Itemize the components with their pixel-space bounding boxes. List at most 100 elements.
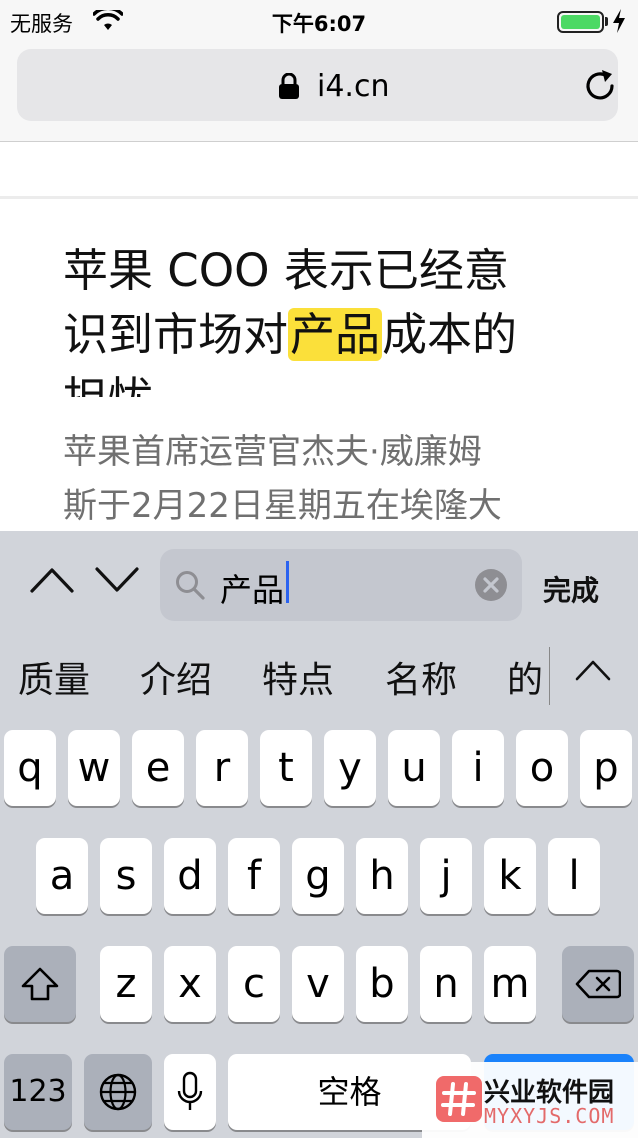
key-e[interactable]: e: [132, 730, 184, 806]
key-w[interactable]: w: [68, 730, 120, 806]
headline-line-2: 识到市场对产品成本的: [63, 303, 517, 367]
key-label: a: [49, 853, 75, 899]
key-label: d: [177, 853, 203, 899]
key-y[interactable]: y: [324, 730, 376, 806]
globe-icon: [99, 1073, 137, 1111]
browser-toolbar: i4.cn: [0, 44, 638, 142]
find-input[interactable]: 产品: [160, 549, 522, 621]
status-bar: 无服务 下午6:07: [0, 0, 638, 44]
globe-key[interactable]: [84, 1054, 152, 1130]
candidate-item[interactable]: 的: [507, 651, 543, 703]
key-p[interactable]: p: [580, 730, 632, 806]
key-d[interactable]: d: [164, 838, 216, 914]
watermark-logo: [436, 1076, 482, 1122]
key-label: y: [338, 745, 362, 791]
find-on-page-bar: 产品 完成: [0, 531, 638, 635]
candidate-item[interactable]: 名称: [385, 651, 457, 703]
search-icon: [176, 571, 205, 600]
key-label: c: [243, 961, 265, 1007]
chevron-down-icon[interactable]: [95, 567, 139, 593]
charging-icon: [613, 9, 625, 33]
key-label: o: [529, 745, 555, 791]
key-c[interactable]: c: [228, 946, 280, 1022]
key-j[interactable]: j: [420, 838, 472, 914]
clear-x-glyph: [483, 577, 499, 593]
key-label: f: [246, 853, 262, 899]
key-u[interactable]: u: [388, 730, 440, 806]
numbers-key[interactable]: 123: [4, 1054, 72, 1130]
key-label: 123: [9, 1074, 67, 1109]
watermark: 兴业软件园 MYXYJS.COM: [422, 1062, 638, 1138]
clock: 下午6:07: [271, 12, 367, 36]
key-x[interactable]: x: [164, 946, 216, 1022]
key-label: x: [178, 961, 202, 1007]
key-label: m: [490, 961, 530, 1007]
backspace-key[interactable]: [562, 946, 634, 1022]
key-label: h: [369, 853, 395, 899]
microphone-key[interactable]: [164, 1054, 216, 1130]
backspace-icon: [575, 969, 621, 999]
key-label: w: [77, 745, 111, 791]
key-label: i: [472, 745, 484, 791]
candidate-separator: [549, 647, 550, 705]
key-label: u: [401, 745, 427, 791]
key-v[interactable]: v: [292, 946, 344, 1022]
key-label: g: [305, 853, 331, 899]
key-k[interactable]: k: [484, 838, 536, 914]
key-n[interactable]: n: [420, 946, 472, 1022]
key-z[interactable]: z: [100, 946, 152, 1022]
summary-line: 苹果首席运营官杰夫·威廉姆: [63, 432, 482, 472]
candidate-bar: 质量 介绍 特点 名称 的: [0, 635, 638, 721]
key-s[interactable]: s: [100, 838, 152, 914]
key-f[interactable]: f: [228, 838, 280, 914]
key-label: 空格: [317, 1073, 382, 1111]
summary-line: 斯于2月22日星期五在埃隆大: [63, 486, 502, 526]
reload-icon[interactable]: [584, 69, 618, 103]
key-label: n: [433, 961, 459, 1007]
key-h[interactable]: h: [356, 838, 408, 914]
key-q[interactable]: q: [4, 730, 56, 806]
article-summary: 苹果首席运营官杰夫·威廉姆 斯于2月22日星期五在埃隆大: [63, 425, 583, 531]
key-b[interactable]: b: [356, 946, 408, 1022]
shift-key[interactable]: [4, 946, 76, 1022]
key-label: k: [498, 853, 522, 899]
key-label: e: [145, 745, 171, 791]
headline-text: 成本的: [382, 308, 518, 361]
candidate-item[interactable]: 质量: [18, 651, 90, 703]
done-button[interactable]: 完成: [543, 569, 599, 609]
article-headline[interactable]: 苹果 COO 表示已经意 识到市场对产品成本的 担忧: [63, 247, 583, 397]
key-label: z: [115, 961, 137, 1007]
battery-cap: [605, 17, 608, 26]
lock-icon: [279, 73, 299, 99]
key-label: l: [568, 853, 580, 899]
key-a[interactable]: a: [36, 838, 88, 914]
key-label: s: [115, 853, 137, 899]
address-bar[interactable]: i4.cn: [17, 49, 618, 121]
key-r[interactable]: r: [196, 730, 248, 806]
key-l[interactable]: l: [548, 838, 600, 914]
key-m[interactable]: m: [484, 946, 536, 1022]
chevron-up-icon[interactable]: [575, 659, 611, 681]
battery-icon: [557, 11, 604, 33]
key-label: r: [213, 745, 231, 791]
headline-line-1: 苹果 COO 表示已经意: [63, 247, 509, 297]
key-o[interactable]: o: [516, 730, 568, 806]
headline-line-3: 担忧: [63, 367, 153, 397]
find-query: 产品: [220, 571, 285, 609]
article-content: 苹果 COO 表示已经意 识到市场对产品成本的 担忧 苹果首席运营官杰夫·威廉姆…: [0, 199, 638, 531]
candidate-item[interactable]: 介绍: [140, 651, 212, 703]
key-label: v: [306, 961, 330, 1007]
find-highlight: 产品: [288, 308, 383, 361]
chevron-up-icon[interactable]: [30, 567, 74, 593]
headline-text: 识到市场对: [63, 308, 289, 361]
key-g[interactable]: g: [292, 838, 344, 914]
candidate-item[interactable]: 特点: [262, 651, 334, 703]
shift-icon: [21, 967, 59, 1001]
hash-icon: [441, 1082, 476, 1116]
key-label: q: [17, 745, 43, 791]
microphone-icon: [177, 1071, 203, 1110]
key-t[interactable]: t: [260, 730, 312, 806]
text-caret: [286, 561, 289, 603]
key-i[interactable]: i: [452, 730, 504, 806]
clear-icon[interactable]: [475, 569, 507, 601]
